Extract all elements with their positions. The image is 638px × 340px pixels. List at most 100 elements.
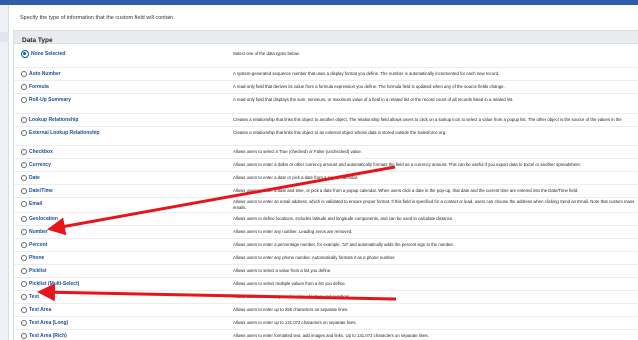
row-divider xyxy=(14,158,638,159)
data-type-description: Allows users to select a True (checked) … xyxy=(233,149,362,154)
row-divider xyxy=(14,303,638,304)
radio-button[interactable] xyxy=(21,281,27,287)
data-type-label[interactable]: Formula xyxy=(29,84,49,90)
data-type-option[interactable]: External Lookup Relationship xyxy=(21,130,100,136)
data-type-label[interactable]: Date/Time xyxy=(29,188,53,194)
data-type-option[interactable]: Text Area (Rich) xyxy=(21,333,67,339)
data-type-panel: Data Type None Selected Select one of the… xyxy=(13,30,638,340)
row-divider xyxy=(14,197,638,198)
radio-button[interactable] xyxy=(21,242,27,248)
row-divider xyxy=(14,238,638,239)
radio-button[interactable] xyxy=(21,162,27,168)
data-type-description: A system-generated sequence number that … xyxy=(233,71,500,76)
data-type-option[interactable]: Picklist xyxy=(21,268,47,274)
data-type-option[interactable]: Lookup Relationship xyxy=(21,117,78,123)
radio-button[interactable] xyxy=(21,307,27,313)
data-type-description: Allows users to select multiple values f… xyxy=(233,281,346,286)
panel-header: Data Type xyxy=(14,31,638,44)
section-title: Data Type xyxy=(22,37,53,44)
row-divider xyxy=(14,126,638,127)
row-divider xyxy=(14,290,638,291)
data-type-label[interactable]: Auto Number xyxy=(29,71,61,77)
top-header-strip xyxy=(0,0,638,5)
radio-button[interactable] xyxy=(21,255,27,261)
data-type-option[interactable]: Date/Time xyxy=(21,188,53,194)
radio-button[interactable] xyxy=(21,149,27,155)
row-divider xyxy=(14,225,638,226)
radio-button[interactable] xyxy=(21,333,27,339)
data-type-label[interactable]: Currency xyxy=(29,162,51,168)
radio-button[interactable] xyxy=(21,117,27,123)
data-type-label[interactable]: Checkbox xyxy=(29,149,53,155)
radio-button[interactable] xyxy=(21,201,27,207)
row-divider xyxy=(14,145,638,146)
data-type-label[interactable]: Percent xyxy=(29,242,47,248)
row-divider xyxy=(14,264,638,265)
radio-button[interactable] xyxy=(21,216,27,222)
data-type-label[interactable]: Date xyxy=(29,175,40,181)
data-type-description: Allows users to enter any phone number. … xyxy=(233,255,396,260)
data-type-label[interactable]: Text Area (Rich) xyxy=(29,333,67,339)
data-type-label[interactable]: Text Area xyxy=(29,307,51,313)
data-type-label[interactable]: Text Area (Long) xyxy=(29,320,68,326)
radio-button[interactable] xyxy=(21,188,27,194)
row-divider xyxy=(14,184,638,185)
data-type-option[interactable]: Number xyxy=(21,229,48,235)
data-type-description: Allows users to enter a dollar or other … xyxy=(233,162,581,167)
data-type-option[interactable]: Text Area (Long) xyxy=(21,320,68,326)
data-type-description: Allows users to enter a percentage numbe… xyxy=(233,242,454,247)
left-sidebar xyxy=(0,5,9,340)
data-type-label[interactable]: External Lookup Relationship xyxy=(29,130,100,136)
row-divider xyxy=(14,329,638,330)
data-type-description: Allows users to define locations. Includ… xyxy=(233,216,454,221)
data-type-option[interactable]: Roll-Up Summary xyxy=(21,97,71,103)
data-type-option[interactable]: Picklist (Multi-Select) xyxy=(21,281,79,287)
data-type-label[interactable]: Email xyxy=(29,201,42,207)
data-type-description: A read-only field that displays the sum,… xyxy=(233,97,514,102)
data-type-label[interactable]: None Selected xyxy=(31,51,65,57)
data-type-description: A read-only field that derives its value… xyxy=(233,84,505,89)
data-type-label[interactable]: Picklist xyxy=(29,268,47,274)
data-type-option[interactable]: Text Area xyxy=(21,307,51,313)
data-type-label[interactable]: Lookup Relationship xyxy=(29,117,78,123)
instruction-text: Specify the type of information that the… xyxy=(20,15,175,21)
data-type-option[interactable]: Currency xyxy=(21,162,51,168)
radio-button[interactable] xyxy=(21,268,27,274)
data-type-description: Select one of the data types below. xyxy=(233,51,300,56)
radio-button[interactable] xyxy=(21,294,27,300)
data-type-description: Allows users to enter a date or pick a d… xyxy=(233,175,359,180)
data-type-description: Creates a relationship that links this o… xyxy=(233,130,447,135)
data-type-description: Allows users to enter any combination of… xyxy=(233,294,351,299)
data-type-option[interactable]: Text xyxy=(21,294,39,300)
data-type-option[interactable]: Auto Number xyxy=(21,71,61,77)
data-type-label[interactable]: Text xyxy=(29,294,39,300)
radio-button[interactable] xyxy=(21,71,27,77)
left-sidebar-tab[interactable] xyxy=(0,32,9,42)
data-type-label[interactable]: Phone xyxy=(29,255,44,261)
data-type-option[interactable]: Email xyxy=(21,201,42,207)
data-type-option[interactable]: None Selected xyxy=(21,50,65,58)
radio-button[interactable] xyxy=(21,97,27,103)
radio-button[interactable] xyxy=(21,84,27,90)
data-type-option[interactable]: Formula xyxy=(21,84,49,90)
radio-button[interactable] xyxy=(21,229,27,235)
data-type-description: Allows users to enter up to 131,072 char… xyxy=(233,320,357,325)
radio-button[interactable] xyxy=(21,50,29,58)
row-divider xyxy=(14,113,638,114)
data-type-label[interactable]: Roll-Up Summary xyxy=(29,97,71,103)
data-type-option[interactable]: Checkbox xyxy=(21,149,53,155)
data-type-option[interactable]: Phone xyxy=(21,255,44,261)
radio-button[interactable] xyxy=(21,130,27,136)
data-type-option[interactable]: Percent xyxy=(21,242,47,248)
data-type-option[interactable]: Geolocation xyxy=(21,216,58,222)
data-type-description: Allows users to enter an email address, … xyxy=(233,199,635,210)
radio-button[interactable] xyxy=(21,175,27,181)
data-type-description: Allows users to enter formatted text, ad… xyxy=(233,333,429,338)
data-type-label[interactable]: Geolocation xyxy=(29,216,58,222)
data-type-label[interactable]: Picklist (Multi-Select) xyxy=(29,281,79,287)
data-type-label[interactable]: Number xyxy=(29,229,48,235)
data-type-option[interactable]: Date xyxy=(21,175,40,181)
data-type-description: Creates a relationship that links this o… xyxy=(233,117,622,122)
row-divider xyxy=(14,251,638,252)
radio-button[interactable] xyxy=(21,320,27,326)
